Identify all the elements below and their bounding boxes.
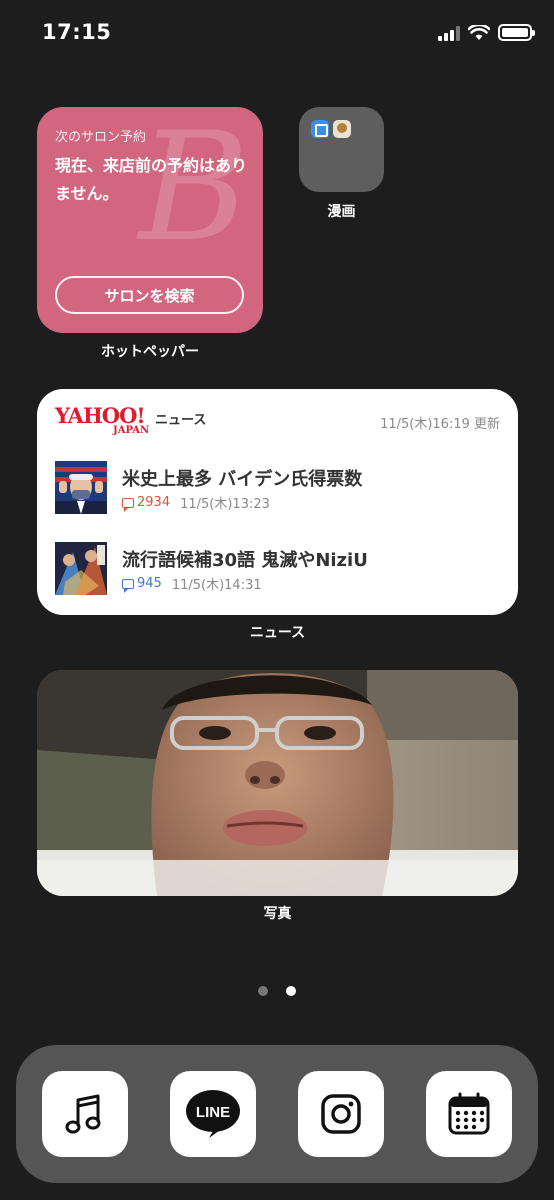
calendar-app-icon[interactable]: [426, 1071, 512, 1157]
battery-icon: [498, 24, 535, 41]
wifi-icon: [468, 24, 490, 40]
manga-app-icon: [333, 120, 351, 138]
article-title: 米史上最多 バイデン氏得票数: [122, 469, 363, 490]
page-dot-1[interactable]: [258, 986, 268, 996]
cellular-signal-icon: [438, 25, 460, 41]
music-app-icon[interactable]: [42, 1071, 128, 1157]
hotpepper-app-label: ホットペッパー: [101, 344, 199, 360]
news-article[interactable]: 流行語候補30語 鬼滅やNiziU 945 11/5(木)14:31: [55, 542, 505, 598]
news-article[interactable]: 米史上最多 バイデン氏得票数 2934 11/5(木)13:23: [55, 461, 505, 517]
manga-folder[interactable]: [299, 107, 384, 192]
page-indicator[interactable]: [258, 986, 296, 996]
status-time: 17:15: [42, 20, 112, 44]
yahoo-japan-logo: YAHOO! JAPAN: [55, 403, 149, 437]
comment-count-value: 2934: [137, 495, 171, 510]
hotpepper-widget[interactable]: B 次のサロン予約 現在、来店前の予約はありません。 サロンを検索: [37, 107, 263, 333]
selfie-photo: [37, 670, 518, 896]
dock: LINE: [16, 1045, 538, 1183]
photos-widget[interactable]: [37, 670, 518, 896]
article-time: 11/5(木)13:23: [180, 497, 270, 512]
news-app-label: ニュース: [249, 625, 306, 641]
news-tag: ニュース: [155, 413, 207, 428]
comment-count-value: 945: [137, 576, 162, 591]
article-time: 11/5(木)14:31: [171, 578, 262, 593]
status-icons: [438, 24, 535, 41]
blue-app-icon: [311, 120, 329, 138]
article-title: 流行語候補30語 鬼滅やNiziU: [122, 550, 368, 571]
comment-bubble-icon: [122, 578, 134, 593]
comment-count: 2934: [122, 495, 171, 512]
article-meta: 2934 11/5(木)13:23: [122, 493, 270, 512]
search-salon-button[interactable]: サロンを検索: [55, 276, 244, 314]
yahoo-news-widget[interactable]: YAHOO! JAPAN ニュース 11/5(木)16:19 更新 米史上最多 …: [37, 389, 518, 615]
line-logo-text: LINE: [196, 1104, 230, 1121]
page-dot-2[interactable]: [286, 986, 296, 996]
line-app-icon[interactable]: LINE: [170, 1071, 256, 1157]
japan-logo-text: JAPAN: [113, 425, 150, 436]
instagram-app-icon[interactable]: [298, 1071, 384, 1157]
article-meta: 945 11/5(木)14:31: [122, 574, 262, 593]
next-reservation-label: 次のサロン予約: [55, 130, 147, 145]
anime-poster-thumbnail: [55, 542, 107, 595]
manga-folder-label: 漫画: [327, 204, 356, 220]
news-updated-time: 11/5(木)16:19 更新: [380, 417, 500, 432]
reservation-status: 現在、来店前の予約はありません。: [55, 156, 248, 203]
biden-photo-thumbnail: [55, 461, 107, 514]
yahoo-logo-text: YAHOO!: [55, 403, 146, 428]
comment-count: 945: [122, 576, 162, 593]
comment-bubble-icon: [122, 497, 134, 512]
photos-app-label: 写真: [263, 906, 292, 922]
